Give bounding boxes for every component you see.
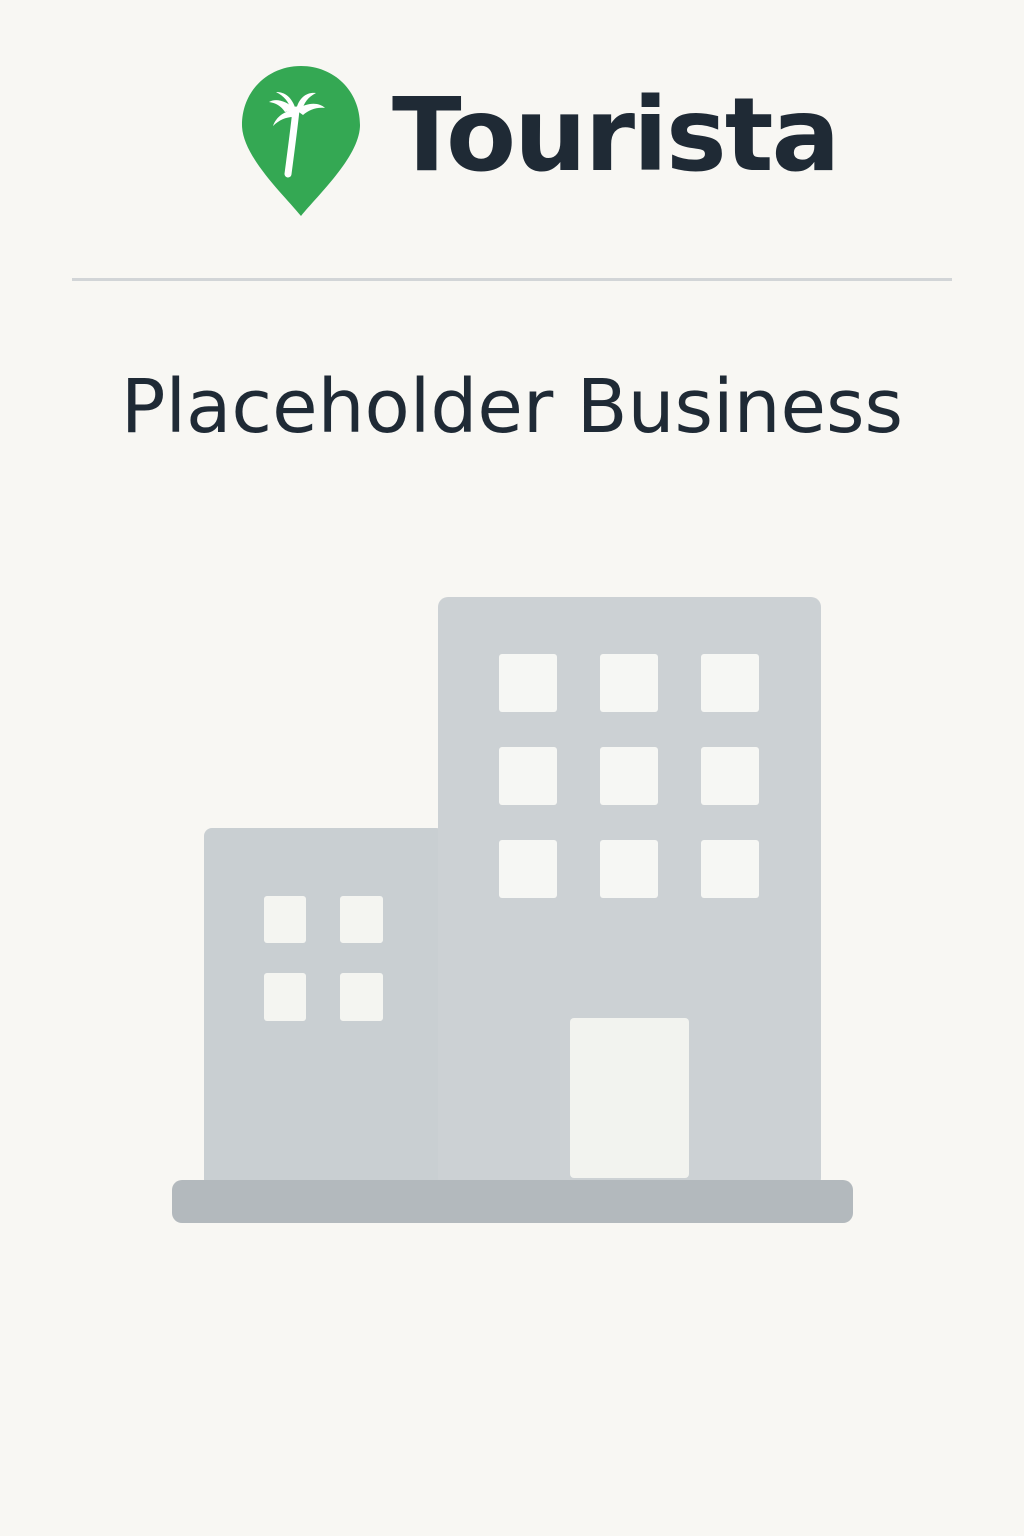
brand-name: Tourista: [392, 76, 840, 195]
business-name: Placeholder Business: [120, 364, 904, 450]
header-divider: [72, 278, 952, 281]
ground-base: [172, 1180, 853, 1223]
header: Tourista: [0, 0, 1024, 230]
tall-building-windows: [499, 654, 759, 898]
palm-tree-map-pin-icon: [242, 66, 360, 216]
building-door: [570, 1018, 689, 1178]
building-placeholder-icon: [172, 597, 853, 1223]
small-building: [204, 828, 444, 1188]
